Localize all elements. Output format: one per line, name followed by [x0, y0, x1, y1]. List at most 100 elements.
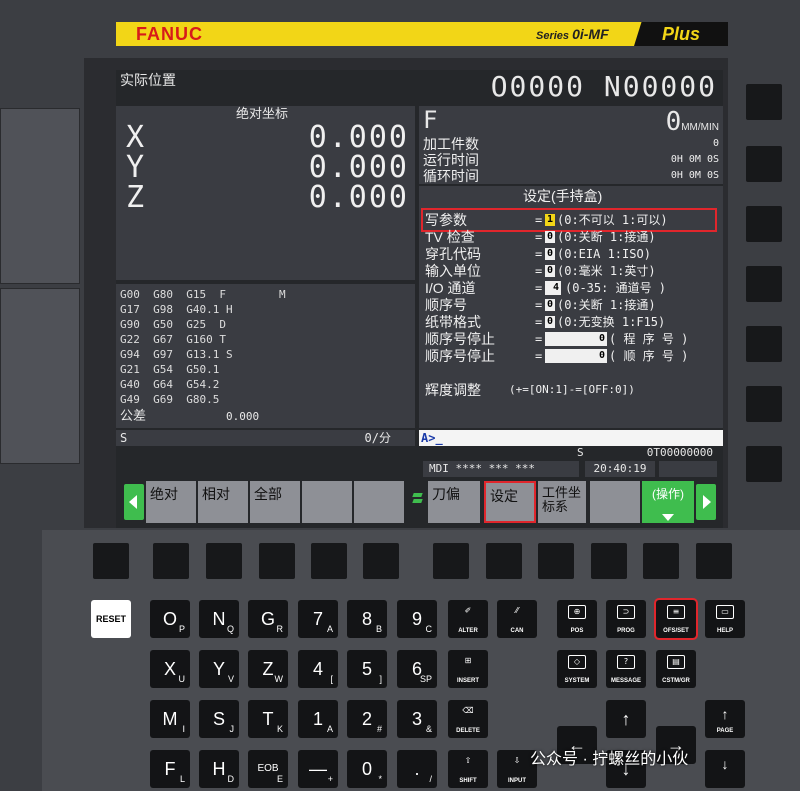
key-8[interactable]: 8B — [347, 600, 387, 638]
status-tool: 0T00000000 — [646, 446, 713, 459]
arrow-down-icon — [662, 514, 674, 521]
setting-value[interactable]: 0 — [545, 248, 555, 260]
key-help[interactable]: ▭ HELP — [705, 600, 745, 638]
key-7[interactable]: 7A — [298, 600, 338, 638]
side-key-2[interactable] — [746, 146, 782, 182]
key-o[interactable]: OP — [150, 600, 190, 638]
key-4[interactable]: 4[ — [298, 650, 338, 688]
side-key-3[interactable] — [746, 206, 782, 242]
function-key-1[interactable] — [93, 543, 129, 579]
side-key-6[interactable] — [746, 386, 782, 422]
key-6[interactable]: 6 SP — [397, 650, 437, 688]
key-m[interactable]: MI — [150, 700, 190, 738]
key-2[interactable]: 2 # — [347, 700, 387, 738]
softkey-blank-2[interactable] — [354, 481, 404, 523]
softkey-absolute[interactable]: 绝对 — [146, 481, 196, 523]
function-key-11[interactable] — [643, 543, 679, 579]
key-t[interactable]: TK — [248, 700, 288, 738]
function-key-4[interactable] — [259, 543, 295, 579]
status-row-1: S 0T00000000 — [419, 446, 723, 460]
key-0[interactable]: 0 * — [347, 750, 387, 788]
softkey-all[interactable]: 全部 — [250, 481, 300, 523]
key-shift[interactable]: ⇧ SHIFT — [448, 750, 488, 788]
key-h[interactable]: HD — [199, 750, 239, 788]
key-alter[interactable]: ✐ ALTER — [448, 600, 488, 638]
feed-panel: F 0MM/MIN 加工件数 0 运行时间 0H 0M 0S 循环时间 0H 0… — [419, 106, 723, 184]
setting-value[interactable]: 0 — [545, 299, 555, 311]
setting-value[interactable]: 0 — [545, 231, 555, 243]
function-key-6[interactable] — [363, 543, 399, 579]
function-key-8[interactable] — [486, 543, 522, 579]
softkey-work-coord[interactable]: 工件坐标系 — [538, 481, 586, 523]
function-key-9[interactable] — [538, 543, 574, 579]
key-3[interactable]: 3 & — [397, 700, 437, 738]
function-key-12[interactable] — [696, 543, 732, 579]
function-key-5[interactable] — [311, 543, 347, 579]
function-key-10[interactable] — [591, 543, 627, 579]
gcode-row: G94 G97 G13.1 S — [120, 348, 233, 361]
side-key-1[interactable] — [746, 84, 782, 120]
softkey-prev-arrow[interactable] — [124, 484, 144, 520]
key-insert[interactable]: ⊞ INSERT — [448, 650, 488, 688]
side-key-7[interactable] — [746, 446, 782, 482]
mdi-input-line[interactable]: A>_ — [419, 430, 723, 446]
key-system[interactable]: ◇ SYSTEM — [557, 650, 597, 688]
key-9[interactable]: 9C — [397, 600, 437, 638]
softkey-operation[interactable]: (操作) — [642, 481, 694, 523]
key-ofs-set[interactable]: ≡ OFS/SET — [654, 598, 698, 640]
key-prog[interactable]: ⊃ PROG — [606, 600, 646, 638]
axis-x-value: 0.000 — [308, 120, 409, 155]
softkey-blank-1[interactable] — [302, 481, 352, 523]
setting-value[interactable]: 0 — [545, 349, 607, 363]
setting-value[interactable]: 0 — [545, 316, 555, 328]
key-y[interactable]: YV — [199, 650, 239, 688]
key-can[interactable]: ⁄⁄ CAN — [497, 600, 537, 638]
reset-key[interactable]: RESET — [91, 600, 131, 638]
key-page-down[interactable]: ↓ — [705, 750, 745, 788]
setting-value[interactable]: 0 — [545, 265, 555, 277]
arrow-right-icon — [703, 495, 711, 509]
key-g[interactable]: GR — [248, 600, 288, 638]
key-5[interactable]: 5] — [347, 650, 387, 688]
softkey-setting[interactable]: 设定 — [484, 481, 536, 523]
spindle-row: S 0/分 — [116, 430, 415, 446]
help-icon: ▭ — [716, 605, 734, 619]
function-key-3[interactable] — [206, 543, 242, 579]
key-eob[interactable]: EOB E — [248, 750, 288, 788]
key-1[interactable]: 1A — [298, 700, 338, 738]
softkey-blank-3[interactable] — [590, 481, 640, 523]
key-s[interactable]: SJ — [199, 700, 239, 738]
side-key-5[interactable] — [746, 326, 782, 362]
softkey-tool-offset[interactable]: 刀偏 — [428, 481, 480, 523]
cancel-icon: ⁄⁄ — [515, 606, 519, 615]
key-n[interactable]: NQ — [199, 600, 239, 638]
key-cursor-up[interactable]: ↑ — [606, 700, 646, 738]
brightness-label: 辉度调整 — [425, 382, 481, 398]
setting-value-write-param[interactable]: 1 — [545, 214, 555, 226]
key-z[interactable]: ZW — [248, 650, 288, 688]
function-key-7[interactable] — [433, 543, 469, 579]
key-dot[interactable]: . / — [397, 750, 437, 788]
key-page-up[interactable]: ↑ PAGE — [705, 700, 745, 738]
key-cstm-gr[interactable]: ▤ CSTM/GR — [656, 650, 696, 688]
softkey-relative[interactable]: 相对 — [198, 481, 248, 523]
key-f[interactable]: FL — [150, 750, 190, 788]
key-x[interactable]: XU — [150, 650, 190, 688]
key-pos[interactable]: ⊕ POS — [557, 600, 597, 638]
key-delete[interactable]: ⌫ DELETE — [448, 700, 488, 738]
setting-value[interactable]: 0 — [545, 332, 607, 346]
setting-label: 顺序号 — [425, 297, 467, 313]
setting-value[interactable]: 4 — [545, 281, 561, 295]
spindle-label: S — [120, 431, 128, 445]
cnc-screen: 实际位置 O0000 N00000 绝对坐标 X 0.000 Y 0.000 Z… — [116, 70, 723, 528]
feed-readout: 0MM/MIN — [665, 107, 719, 137]
system-icon: ◇ — [568, 655, 586, 669]
side-key-4[interactable] — [746, 266, 782, 302]
graphics-icon: ▤ — [667, 655, 685, 669]
key-minus[interactable]: — + — [298, 750, 338, 788]
page-down-icon: ↓ — [721, 756, 729, 772]
key-message[interactable]: ? MESSAGE — [606, 650, 646, 688]
setting-label: 顺序号停止 — [425, 348, 495, 364]
softkey-next-arrow[interactable] — [696, 484, 716, 520]
function-key-2[interactable] — [153, 543, 189, 579]
